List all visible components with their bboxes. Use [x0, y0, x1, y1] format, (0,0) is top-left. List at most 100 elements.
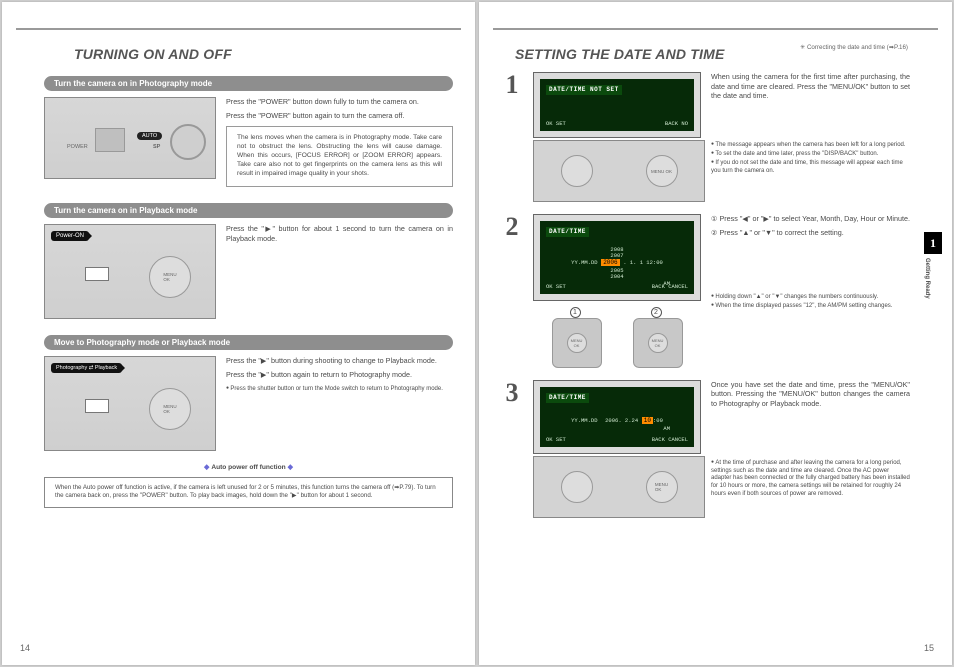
step1-notes: The message appears when the camera has … [711, 141, 910, 175]
switch-mode-p2: Press the "▶" button again to return to … [226, 370, 453, 380]
step1-n3: If you do not set the date and time, thi… [711, 160, 903, 174]
menu-ok-shape-1: MENUOK [149, 256, 191, 298]
menu-ok-button-shape: MENU OK [646, 155, 678, 187]
photo-mode-p2: Press the "POWER" button again to turn t… [226, 111, 453, 121]
lcd-step2: DATE/TIME 2008 2007 YY.MM.DD 2006 . 1. 1… [540, 221, 694, 294]
page-left: TURNING ON AND OFF Turn the camera on in… [2, 2, 475, 665]
step-2-number: 2 [501, 214, 523, 368]
lcd3-set: OK SET [546, 436, 566, 444]
lcd2-years-above: 2008 2007 [546, 247, 688, 259]
dpad-up-down: MENUOK [633, 318, 683, 368]
lcd1-set: OK SET [546, 120, 566, 128]
circ-1: 1 [570, 307, 581, 318]
lcd2-fmt: YY.MM.DD [571, 259, 597, 266]
auto-off-title: Auto power off function [44, 463, 453, 471]
top-rule-right [493, 28, 938, 30]
menu-ok-button-shape-3: MENUOK [646, 471, 678, 503]
step1-n2: To set the date and time later, press th… [715, 151, 878, 157]
header-crossref: ✳ Correcting the date and time (➡P.16) [800, 44, 908, 51]
switch-mode-tip-text: Press the shutter button or turn the Mod… [230, 386, 442, 392]
lcd3-fmt: YY.MM.DD [571, 417, 597, 424]
row-photo-mode: POWER AUTO SP Press the "POWER" button d… [44, 97, 453, 187]
step-1-number: 1 [501, 72, 523, 202]
camera-back-illustration-1: Power-ON MENUOK [44, 224, 216, 319]
step2-controls: 1 MENUOK 2 MENUOK [533, 307, 701, 368]
step-1-illustration: DATE/TIME NOT SET OK SET BACK NO MENU OK [533, 72, 701, 202]
photo-mode-p1: Press the "POWER" button down fully to t… [226, 97, 453, 107]
lcd2-year-highlight: 2006 [601, 259, 619, 266]
step2-l1: ① Press "◀" or "▶" to select Year, Month… [711, 214, 910, 224]
page-number-right: 15 [924, 643, 934, 653]
power-on-callout: Power-ON [51, 231, 89, 241]
step2-l2: ② Press "▲" or "▼" to correct the settin… [711, 228, 910, 238]
page-right: SETTING THE DATE AND TIME ✳ Correcting t… [479, 2, 952, 665]
step-1-row: 1 DATE/TIME NOT SET OK SET BACK NO MENU … [501, 72, 910, 202]
top-rule-left [16, 28, 461, 30]
auto-off-box: When the Auto power off function is acti… [44, 477, 453, 508]
disp-back-button-shape [561, 155, 593, 187]
step-2-row: 2 DATE/TIME 2008 2007 YY.MM.DD 2006 . 1.… [501, 214, 910, 368]
lcd1-back: BACK NO [665, 120, 688, 128]
lcd-step1: DATE/TIME NOT SET OK SET BACK NO [540, 79, 694, 131]
lcd2-years-below: 2005 2004 [546, 268, 688, 280]
section-bar-photo-mode: Turn the camera on in Photography mode [44, 76, 453, 91]
playback-button-hl-1 [85, 267, 109, 281]
lcd1-title: DATE/TIME NOT SET [546, 85, 622, 95]
step-3-desc: Once you have set the date and time, pre… [711, 380, 910, 518]
lcd3-ampm: AM [546, 425, 688, 433]
step-3-illustration: DATE/TIME YY.MM.DD 2006. 2.24 10:00 AM O… [533, 380, 701, 518]
chapter-number-tab: 1 [924, 232, 942, 254]
step3-n1: At the time of purchase and after leavin… [711, 460, 910, 497]
section-bar-playback-mode: Turn the camera on in Playback mode [44, 203, 453, 218]
dpad-left-right: MENUOK [552, 318, 602, 368]
step2-n1: Holding down "▲" or "▼" changes the numb… [715, 294, 878, 300]
step-2-desc: ① Press "◀" or "▶" to select Year, Month… [711, 214, 910, 368]
lcd-step3: DATE/TIME YY.MM.DD 2006. 2.24 10:00 AM O… [540, 387, 694, 447]
chapter-side-label: Getting Ready [924, 258, 930, 299]
disp-back-button-shape-3 [561, 471, 593, 503]
desc-photo-mode: Press the "POWER" button down fully to t… [226, 97, 453, 187]
step3-p1: Once you have set the date and time, pre… [711, 380, 910, 409]
dpad-step1: MENU OK [533, 140, 705, 202]
auto-badge: AUTO [137, 132, 162, 140]
step3-notes: At the time of purchase and after leavin… [711, 459, 910, 499]
step-2-illustration: DATE/TIME 2008 2007 YY.MM.DD 2006 . 1. 1… [533, 214, 701, 368]
switch-callout: Photography ⇄ Playback [51, 363, 122, 373]
step1-p1: When using the camera for the first time… [711, 72, 910, 101]
lcd2-cancel: BACK CANCEL [652, 283, 688, 291]
page-number-left: 14 [20, 643, 30, 653]
power-label: POWER [67, 144, 88, 150]
lcd3-cancel: BACK CANCEL [652, 436, 688, 444]
lcd3-title: DATE/TIME [546, 393, 589, 403]
switch-mode-p1: Press the "▶" button during shooting to … [226, 356, 453, 366]
shutter-dial-shape [170, 124, 206, 160]
section-bar-switch-mode: Move to Photography mode or Playback mod… [44, 335, 453, 350]
step1-n1: The message appears when the camera has … [715, 142, 905, 148]
circ-2: 2 [651, 307, 662, 318]
lens-warning-note: The lens moves when the camera is in Pho… [226, 126, 453, 186]
dpad-step3: MENUOK [533, 456, 705, 518]
step-3-number: 3 [501, 380, 523, 518]
camera-back-illustration-2: Photography ⇄ Playback MENUOK [44, 356, 216, 451]
playback-mode-p1: Press the "▶" button for about 1 second … [226, 224, 453, 243]
desc-switch-mode: Press the "▶" button during shooting to … [226, 356, 453, 451]
switch-mode-tip: Press the shutter button or turn the Mod… [226, 385, 453, 394]
lcd3-date: 2006. 2.24 [605, 417, 638, 424]
lcd2-set: OK SET [546, 283, 566, 291]
camera-top-illustration: POWER AUTO SP [44, 97, 216, 179]
lcd2-title: DATE/TIME [546, 227, 589, 237]
lcd2-rest: . 1. 1 12:00 [623, 259, 663, 266]
row-switch-mode: Photography ⇄ Playback MENUOK Press the … [44, 356, 453, 451]
step-3-row: 3 DATE/TIME YY.MM.DD 2006. 2.24 10:00 AM… [501, 380, 910, 518]
heading-left: TURNING ON AND OFF [74, 46, 453, 62]
lcd3-time-h: 10 [642, 417, 653, 424]
sp-label: SP [153, 144, 160, 150]
menu-ok-shape-2: MENUOK [149, 388, 191, 430]
lcd3-time-m: 00 [656, 417, 663, 424]
playback-button-hl-2 [85, 399, 109, 413]
power-button-shape [95, 128, 125, 152]
desc-playback-mode: Press the "▶" button for about 1 second … [226, 224, 453, 319]
chapter-side-tab: 1 Getting Ready [924, 232, 946, 299]
step2-n2: When the time displayed passes "12", the… [715, 303, 892, 309]
step2-notes: Holding down "▲" or "▼" changes the numb… [711, 293, 910, 311]
